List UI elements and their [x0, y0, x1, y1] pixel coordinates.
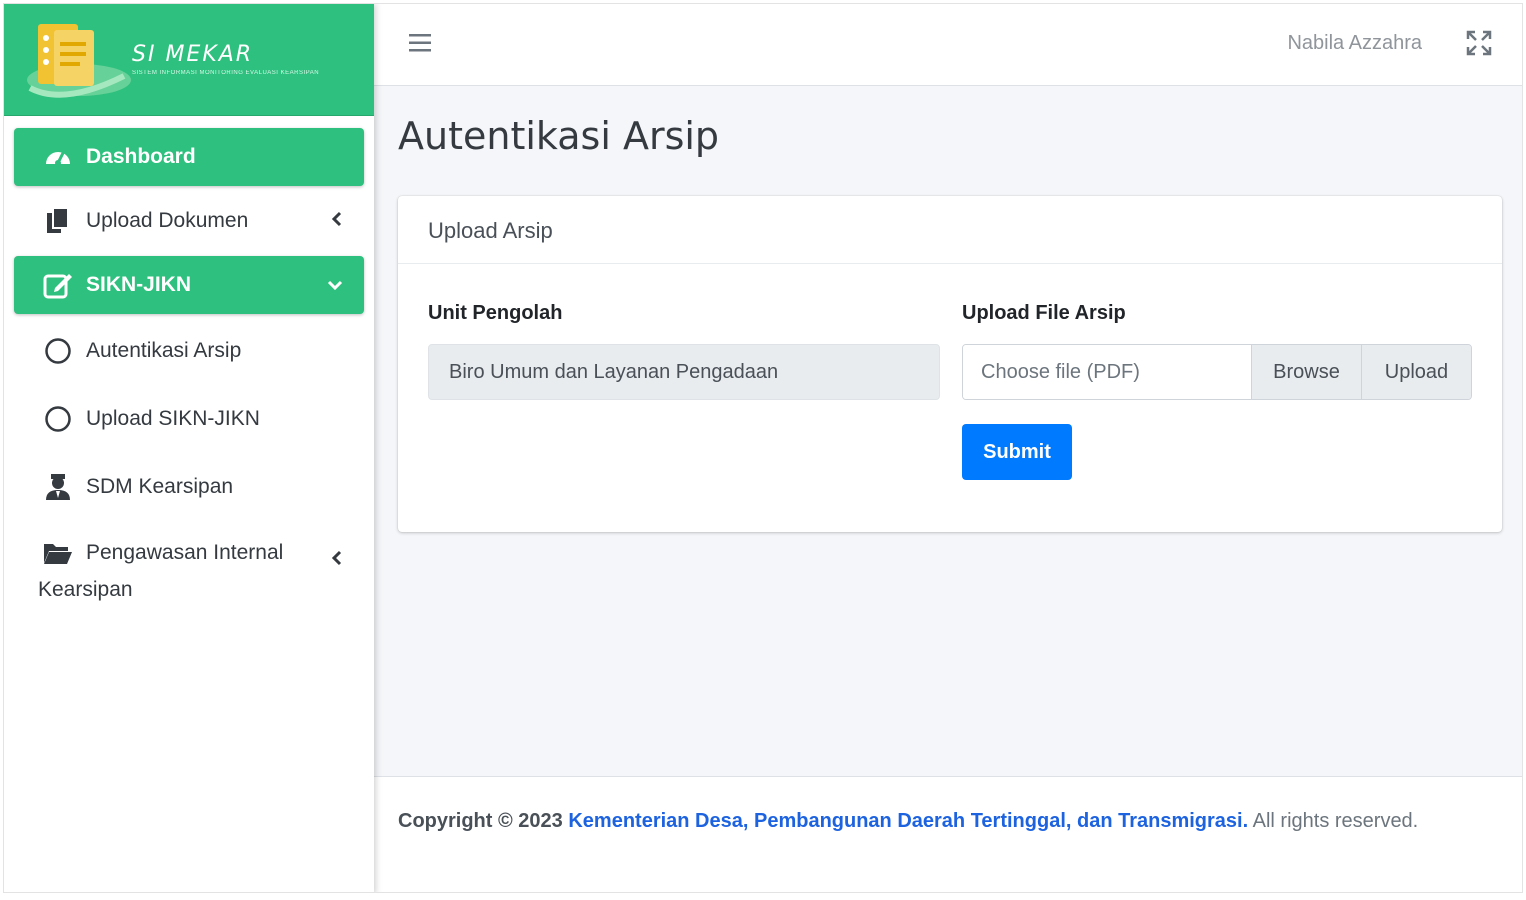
sidebar-nav: Dashboard Upload Dokumen SIKN-JIKN Auten… [4, 116, 374, 614]
file-input-group[interactable]: Choose file (PDF) Browse Upload [962, 344, 1472, 400]
app-window: SI MEKAR SISTEM INFORMASI MONITORING EVA… [3, 3, 1523, 893]
upload-file-label: Upload File Arsip [962, 302, 1126, 324]
sidebar-item-label: Pengawasan Internal [86, 541, 284, 564]
upload-button[interactable]: Upload [1361, 345, 1471, 399]
si-mekar-logo-icon [24, 18, 134, 109]
browse-button[interactable]: Browse [1251, 345, 1361, 399]
sidebar-item-label: Autentikasi Arsip [86, 339, 242, 362]
footer-rights: All rights reserved. [1252, 810, 1419, 832]
sidebar-item-label: Upload SIKN-JIKN [86, 407, 260, 430]
sidebar-item-label: Upload Dokumen [86, 209, 249, 232]
expand-arrows-icon[interactable] [1466, 30, 1492, 61]
unit-pengolah-label: Unit Pengolah [428, 302, 563, 324]
footer: Copyright © 2023 Kementerian Desa, Pemba… [374, 776, 1522, 892]
folder-open-icon [42, 537, 74, 569]
page-title: Autentikasi Arsip [398, 114, 720, 158]
sidebar-item-label: SIKN-JIKN [86, 273, 192, 296]
brand-header[interactable]: SI MEKAR SISTEM INFORMASI MONITORING EVA… [4, 4, 374, 116]
sidebar-item-label: Dashboard [86, 145, 196, 168]
file-input[interactable]: Choose file (PDF) [963, 345, 1251, 399]
sidebar-item-sdm-kearsipan[interactable]: SDM Kearsipan [14, 456, 364, 518]
chevron-left-icon [330, 542, 344, 579]
unit-pengolah-field: Biro Umum dan Layanan Pengadaan [428, 344, 940, 400]
upload-arsip-card: Upload Arsip Unit Pengolah Biro Umum dan… [398, 196, 1502, 532]
sidebar-item-sikn-jikn[interactable]: SIKN-JIKN [14, 256, 364, 314]
chevron-down-icon [326, 274, 344, 298]
sidebar: SI MEKAR SISTEM INFORMASI MONITORING EVA… [4, 4, 374, 892]
user-tie-icon [42, 471, 74, 503]
sidebar-item-upload-sikn-jikn[interactable]: Upload SIKN-JIKN [14, 388, 364, 450]
hamburger-menu-icon[interactable] [408, 32, 432, 59]
sidebar-item-label-continued: Kearsipan [38, 578, 133, 601]
sidebar-item-dashboard[interactable]: Dashboard [14, 128, 364, 186]
chevron-left-icon [330, 210, 344, 234]
brand-name: SI MEKAR [132, 42, 254, 67]
sidebar-item-pengawasan-internal[interactable]: Pengawasan Internal Kearsipan [14, 524, 364, 614]
footer-org-link[interactable]: Kementerian Desa, Pembangunan Daerah Ter… [568, 810, 1248, 832]
footer-copyright: Copyright © 2023 [398, 810, 563, 832]
user-name[interactable]: Nabila Azzahra [1287, 32, 1422, 55]
sidebar-item-autentikasi-arsip[interactable]: Autentikasi Arsip [14, 320, 364, 382]
sidebar-item-upload-dokumen[interactable]: Upload Dokumen [14, 192, 364, 250]
topbar: Nabila Azzahra [374, 4, 1522, 86]
brand-tagline: SISTEM INFORMASI MONITORING EVALUASI KEA… [132, 70, 320, 76]
edit-square-icon [42, 269, 74, 301]
dashboard-gauge-icon [42, 141, 74, 173]
submit-button[interactable]: Submit [962, 424, 1072, 480]
card-title: Upload Arsip [398, 196, 1502, 264]
sidebar-item-label: SDM Kearsipan [86, 475, 234, 498]
circle-outline-icon [42, 403, 74, 435]
circle-outline-icon [42, 335, 74, 367]
copy-documents-icon [42, 205, 74, 237]
